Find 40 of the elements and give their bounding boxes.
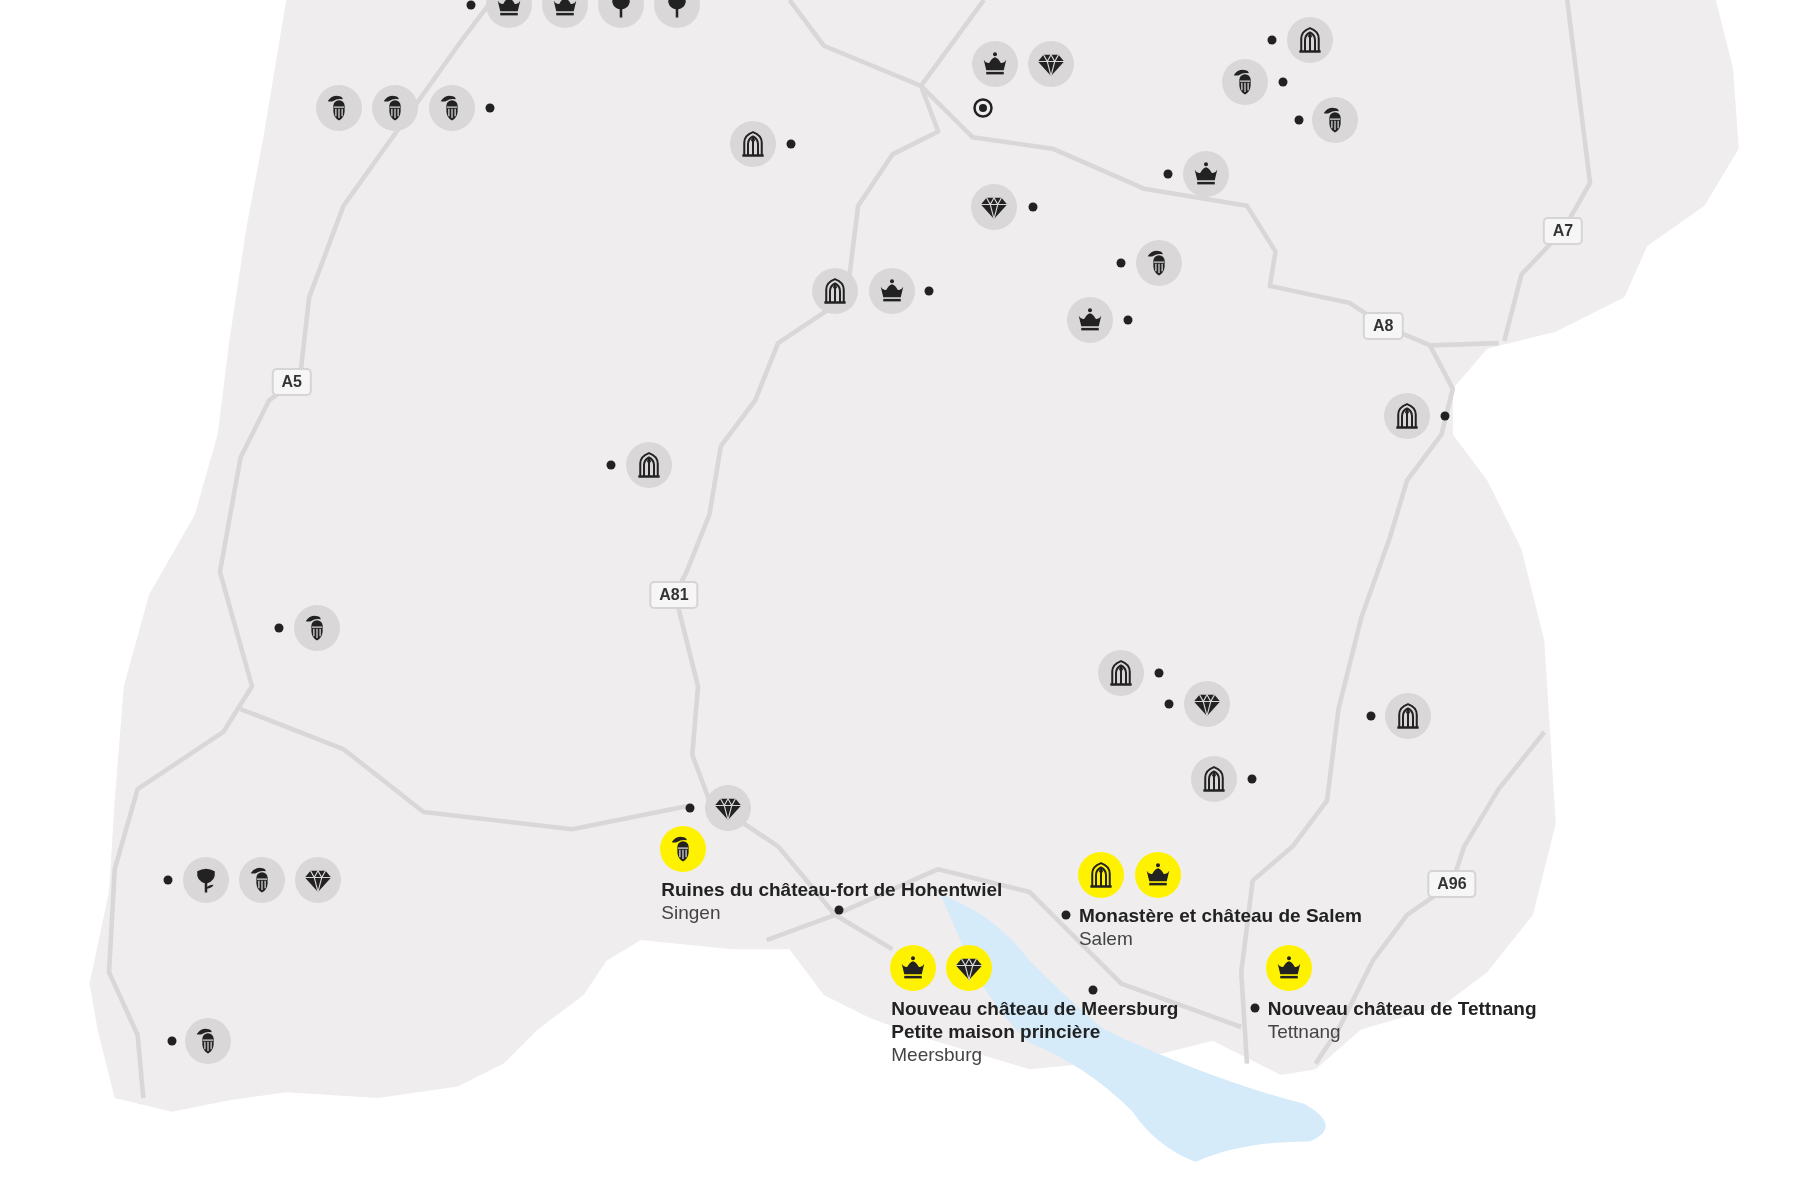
location-dot	[1278, 77, 1288, 87]
location-dot	[274, 623, 284, 633]
location-dot	[1154, 668, 1164, 678]
location-dot	[685, 803, 695, 813]
road-sign: A7	[1542, 217, 1584, 246]
town-name: Singen	[661, 900, 721, 924]
location-dot	[1440, 411, 1450, 421]
location-dot	[163, 875, 173, 885]
location-dot	[786, 139, 796, 149]
location-dot	[1163, 169, 1173, 179]
location-dot	[485, 103, 495, 113]
town-name: Tettnang	[1267, 1019, 1341, 1043]
site-name[interactable]: Nouveau château de Tettnang	[1267, 996, 1537, 1020]
location-dot	[1247, 774, 1257, 784]
target-icon	[971, 96, 994, 119]
town-name: Meersburg	[891, 1042, 983, 1066]
town-name: Salem	[1078, 926, 1133, 950]
site-name[interactable]: Petite maison princière	[891, 1019, 1101, 1043]
location-dot	[1116, 258, 1126, 268]
location-dot	[924, 286, 934, 296]
location-dot	[1250, 1003, 1260, 1013]
location-dot	[1294, 115, 1304, 125]
location-dot	[167, 1036, 177, 1046]
site-name[interactable]: Nouveau château de Meersburg	[891, 996, 1179, 1020]
location-dot	[834, 905, 844, 915]
location-dot	[466, 0, 476, 10]
road-sign: A5	[271, 368, 312, 397]
road-sign: A8	[1363, 312, 1404, 341]
location-dot	[606, 460, 616, 469]
road-sign: A81	[649, 580, 699, 609]
road-sign: A96	[1427, 870, 1477, 899]
location-dot	[1366, 711, 1376, 721]
location-dot	[1123, 315, 1133, 325]
location-dot	[1267, 35, 1277, 45]
location-dot	[1088, 985, 1098, 995]
site-name[interactable]: Monastère et château de Salem	[1078, 903, 1362, 927]
location-dot	[1164, 699, 1174, 709]
location-dot	[1061, 910, 1071, 920]
site-name[interactable]: Ruines du château-fort de Hohentwiel	[661, 877, 1003, 901]
location-dot	[1028, 202, 1038, 212]
